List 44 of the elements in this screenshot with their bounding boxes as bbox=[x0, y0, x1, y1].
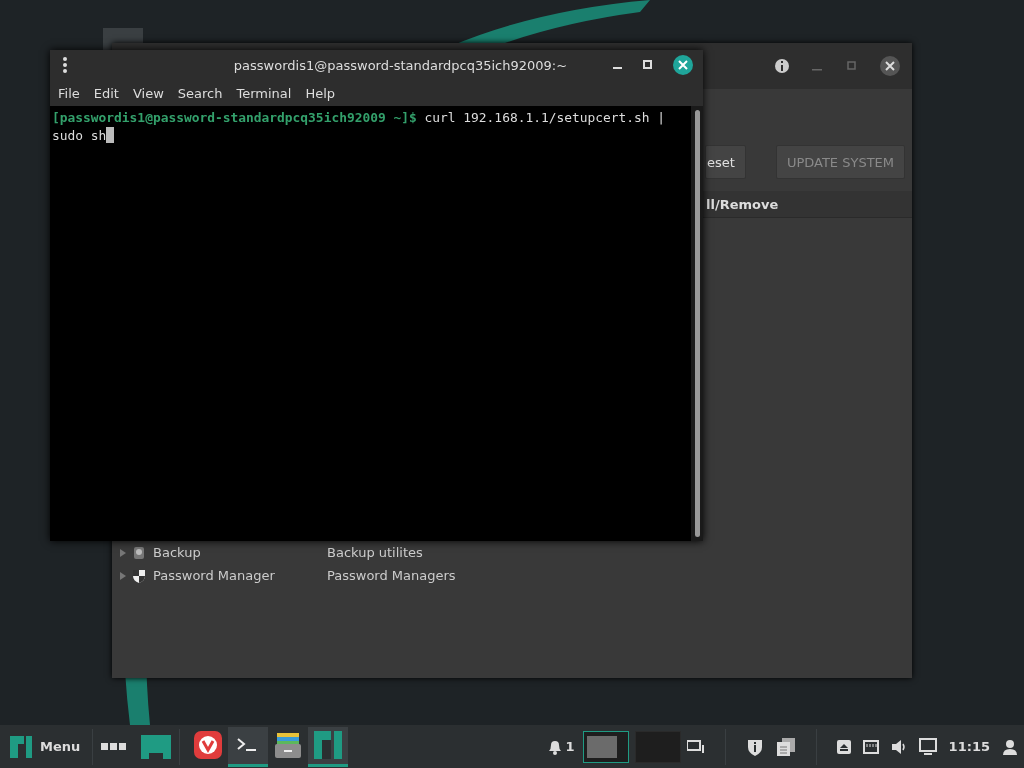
window-title: passwordis1@password-standardpcq35ich92009:~ bbox=[232, 57, 569, 73]
clock[interactable]: 11:15 bbox=[948, 739, 990, 754]
menu-icon[interactable] bbox=[62, 56, 68, 74]
window-switch-icon[interactable] bbox=[686, 739, 705, 754]
screen-icon[interactable] bbox=[918, 737, 937, 756]
expander-icon[interactable] bbox=[120, 571, 126, 580]
shield-icon[interactable] bbox=[745, 737, 764, 756]
column-header: ll/Remove bbox=[706, 196, 779, 212]
network-icon[interactable] bbox=[862, 739, 879, 754]
category-name[interactable]: Backup bbox=[153, 545, 327, 560]
browser-icon[interactable] bbox=[194, 731, 223, 759]
command-text: sudo sh bbox=[52, 127, 107, 145]
expander-icon[interactable] bbox=[120, 548, 126, 557]
close-icon[interactable] bbox=[880, 56, 900, 76]
eject-icon[interactable] bbox=[836, 739, 851, 754]
desktop-icon[interactable] bbox=[141, 734, 172, 759]
category-description: Backup utilites bbox=[327, 545, 423, 560]
notification-count: 1 bbox=[565, 739, 575, 754]
category-description: Password Managers bbox=[327, 568, 456, 583]
text-cursor bbox=[106, 127, 115, 143]
menu-item[interactable]: Edit bbox=[88, 85, 124, 101]
file-cabinet-icon[interactable] bbox=[274, 731, 303, 759]
user-icon[interactable] bbox=[1002, 738, 1018, 755]
clipboard-icon[interactable] bbox=[775, 736, 796, 757]
maximize-icon[interactable] bbox=[643, 60, 653, 70]
menu-item[interactable]: Search bbox=[172, 85, 228, 101]
volume-icon[interactable] bbox=[890, 738, 907, 755]
menu-button[interactable]: Menu bbox=[6, 726, 85, 767]
command-text: curl 192.168.1.1/setupcert.sh | bbox=[423, 109, 666, 127]
shield-icon bbox=[132, 568, 146, 583]
menu-item[interactable]: File bbox=[53, 85, 85, 101]
menu-item[interactable]: Terminal bbox=[231, 85, 297, 101]
shell-prompt: [passwordis1@password-standardpcq35ich92009 ~]$ bbox=[52, 109, 417, 127]
scrollbar-thumb[interactable] bbox=[694, 110, 700, 537]
apps-grid-icon[interactable] bbox=[101, 742, 128, 751]
launcher-button[interactable] bbox=[228, 726, 269, 767]
reset-button[interactable]: eset bbox=[705, 145, 746, 179]
backup-icon bbox=[132, 545, 146, 560]
workspace-button[interactable] bbox=[582, 730, 629, 763]
menu-item[interactable]: View bbox=[127, 85, 169, 101]
close-icon[interactable] bbox=[673, 55, 693, 75]
category-name[interactable]: Password Manager bbox=[153, 568, 327, 583]
info-icon[interactable] bbox=[774, 58, 790, 74]
menu-item[interactable]: Help bbox=[300, 85, 341, 101]
